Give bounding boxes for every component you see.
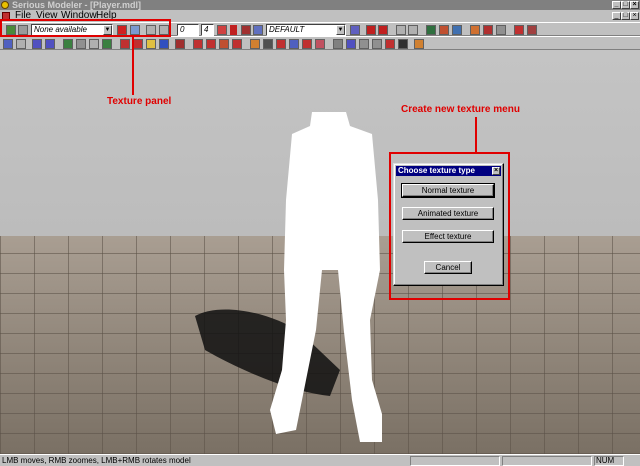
mirror-icon[interactable] — [276, 39, 286, 49]
animation-settings-icon[interactable] — [253, 25, 263, 35]
maximize-button[interactable]: □ — [621, 1, 630, 9]
animation-select-value: DEFAULT — [269, 25, 305, 34]
model-shadow — [195, 309, 340, 396]
dialog-close-button[interactable]: × — [492, 167, 500, 175]
attach-icon[interactable] — [133, 39, 143, 49]
app-icon — [1, 1, 9, 9]
frame-start-field[interactable]: 0 — [177, 24, 199, 36]
normal-texture-button[interactable]: Normal texture — [401, 183, 495, 198]
loop-icon[interactable] — [217, 25, 227, 35]
star-icon[interactable] — [146, 39, 156, 49]
render-icon[interactable] — [398, 39, 408, 49]
num-lock-indicator: NUM — [596, 456, 615, 465]
dialog-title-bar: Choose texture type × — [396, 166, 501, 176]
choose-texture-dialog: Choose texture type × Normal texture Ani… — [393, 163, 504, 286]
color-icon[interactable] — [159, 39, 169, 49]
marker-icon[interactable] — [514, 25, 524, 35]
minimize-button[interactable]: _ — [612, 1, 621, 9]
chevron-down-icon[interactable]: ▼ — [336, 25, 345, 35]
search-icon[interactable] — [346, 39, 356, 49]
info-icon[interactable] — [452, 25, 462, 35]
play-once-icon[interactable] — [241, 25, 251, 35]
animation-select[interactable]: DEFAULT ▼ — [266, 24, 346, 36]
paint-icon[interactable] — [315, 39, 325, 49]
camera-icon[interactable] — [263, 39, 273, 49]
dialog-title: Choose texture type — [398, 166, 475, 175]
texture-menu-pointer — [475, 117, 477, 152]
toolbar-secondary — [0, 36, 640, 50]
texture-panel-label: Texture panel — [107, 96, 172, 107]
mdi-close-button[interactable]: × — [630, 12, 639, 20]
title-bar: Serious Modeler - [Player.mdl] _ □ × — [0, 0, 640, 10]
prev-frame-icon[interactable] — [396, 25, 406, 35]
tree-icon[interactable] — [102, 39, 112, 49]
shading-icon[interactable] — [3, 39, 13, 49]
last-frame-icon[interactable] — [378, 25, 388, 35]
mdi-minimize-button[interactable]: _ — [612, 12, 621, 20]
status-pane-2 — [502, 456, 592, 466]
texture-panel-pointer — [132, 37, 134, 95]
settings-icon[interactable] — [76, 39, 86, 49]
scale-icon[interactable] — [302, 39, 312, 49]
model-viewport[interactable] — [0, 50, 640, 454]
rotate-icon[interactable] — [289, 39, 299, 49]
shadow-icon[interactable] — [120, 39, 130, 49]
uv-map-icon[interactable] — [45, 39, 55, 49]
back-icon[interactable] — [333, 39, 343, 49]
wireframe-icon[interactable] — [16, 39, 26, 49]
status-pane-1 — [410, 456, 500, 466]
lamp-icon[interactable] — [250, 39, 260, 49]
close-button[interactable]: × — [630, 1, 639, 9]
frame-end-field[interactable]: 4 — [201, 24, 214, 36]
merge-icon[interactable] — [206, 39, 216, 49]
tools-icon[interactable] — [89, 39, 99, 49]
background-icon[interactable] — [470, 25, 480, 35]
serious-modeler-window: Serious Modeler - [Player.mdl] _ □ × Fil… — [0, 0, 640, 466]
texture-panel-highlight — [0, 19, 171, 37]
play-icon[interactable] — [230, 25, 237, 35]
uv-icon[interactable] — [32, 39, 42, 49]
status-bar: LMB moves, RMB zoomes, LMB+RMB rotates m… — [0, 454, 640, 466]
list-icon[interactable] — [385, 39, 395, 49]
pin-icon[interactable] — [527, 25, 537, 35]
surface-icon[interactable] — [232, 39, 242, 49]
frame-icon[interactable] — [496, 25, 506, 35]
animation-edit-icon[interactable] — [350, 25, 360, 35]
next-frame-icon[interactable] — [408, 25, 418, 35]
animated-texture-button[interactable]: Animated texture — [402, 207, 494, 220]
effect-texture-button[interactable]: Effect texture — [402, 230, 494, 243]
gear-icon[interactable] — [359, 39, 369, 49]
patch-icon[interactable] — [219, 39, 229, 49]
light-icon[interactable] — [439, 25, 449, 35]
floor-icon[interactable] — [483, 25, 493, 35]
gear-alt-icon[interactable] — [372, 39, 382, 49]
sound-icon[interactable] — [175, 39, 185, 49]
collision-icon[interactable] — [426, 25, 436, 35]
texture-menu-label: Create new texture menu — [401, 104, 520, 115]
status-message: LMB moves, RMB zoomes, LMB+RMB rotates m… — [2, 456, 191, 465]
window-title: Serious Modeler - [Player.mdl] — [12, 0, 142, 10]
mip-icon[interactable] — [63, 39, 73, 49]
player-model — [195, 112, 382, 442]
mdi-restore-button[interactable]: □ — [621, 12, 630, 20]
cancel-button[interactable]: Cancel — [424, 261, 472, 274]
split-icon[interactable] — [193, 39, 203, 49]
first-frame-icon[interactable] — [366, 25, 376, 35]
export-icon[interactable] — [414, 39, 424, 49]
